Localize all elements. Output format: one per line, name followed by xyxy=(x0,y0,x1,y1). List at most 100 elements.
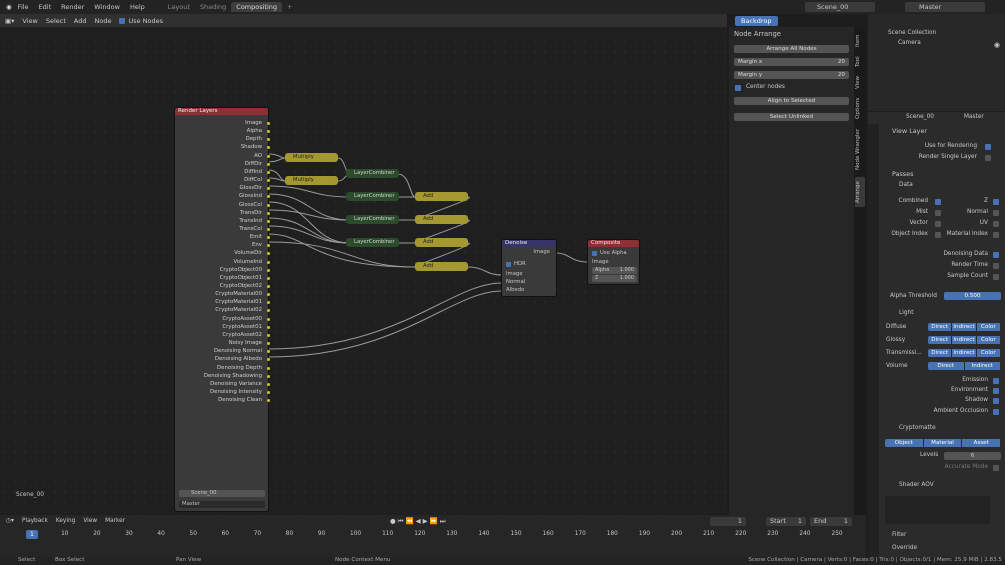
tab-compositing[interactable]: Compositing xyxy=(231,2,283,12)
blender-logo-icon[interactable]: ◉ xyxy=(6,3,12,11)
trans-direct[interactable]: Direct xyxy=(928,349,953,357)
output-socket-dot[interactable] xyxy=(267,276,270,280)
menu-render[interactable]: Render xyxy=(61,3,84,11)
add-workspace-button[interactable]: + xyxy=(282,2,297,12)
render-layers-node[interactable]: Render Layers Image Alpha Depth Shadow AO Dif… xyxy=(174,107,270,512)
sample-count-checkbox[interactable] xyxy=(993,274,999,280)
cryptomatte-subsection[interactable]: Cryptomatte xyxy=(899,425,936,431)
rl-output-socket[interactable]: Emit xyxy=(250,234,262,240)
composite-node[interactable]: Composite Use Alpha Image Alpha 1.000 Z 1.… xyxy=(587,239,640,285)
denoising-data-checkbox[interactable] xyxy=(993,252,999,258)
output-socket-dot[interactable] xyxy=(267,203,270,207)
passes-section[interactable]: Passes xyxy=(892,170,913,178)
output-socket-dot[interactable] xyxy=(267,366,270,370)
align-to-selected-button[interactable]: Align to Selected xyxy=(734,97,849,105)
layer-combiner-node[interactable]: LayerCombiner xyxy=(346,192,399,201)
rl-output-socket[interactable]: GlossCol xyxy=(239,202,262,208)
node-editor-canvas[interactable]: Render Layers Image Alpha Depth Shadow AO Dif… xyxy=(0,27,727,515)
rl-output-socket[interactable]: Denoising Depth xyxy=(217,365,262,371)
eye-icon[interactable]: ◉ xyxy=(994,41,1000,49)
output-socket-dot[interactable] xyxy=(267,170,270,174)
rl-output-socket[interactable]: Denoising Albedo xyxy=(215,356,262,362)
rl-output-socket[interactable]: CryptoObject00 xyxy=(220,267,262,273)
rl-output-socket[interactable]: CryptoObject01 xyxy=(220,275,262,281)
menu-select[interactable]: Select xyxy=(46,17,66,25)
override-section[interactable]: Override xyxy=(892,545,917,551)
output-socket-dot[interactable] xyxy=(267,268,270,272)
output-socket-dot[interactable] xyxy=(267,154,270,158)
outliner-item-camera[interactable]: Camera xyxy=(898,40,921,46)
tab-view[interactable]: View xyxy=(855,73,865,91)
end-frame-field[interactable]: End 1 xyxy=(810,517,852,526)
margin-y-field[interactable]: Margin y 20 xyxy=(734,71,849,79)
current-frame-field[interactable]: 1 xyxy=(710,517,746,526)
add-node[interactable]: Add xyxy=(415,262,468,271)
glossy-toggles[interactable]: Direct Indirect Color xyxy=(928,336,1001,344)
rl-output-socket[interactable]: Image xyxy=(245,120,262,126)
output-socket-dot[interactable] xyxy=(267,227,270,231)
rl-output-socket[interactable]: CryptoAsset01 xyxy=(222,324,262,330)
output-socket-dot[interactable] xyxy=(267,260,270,264)
mist-checkbox[interactable] xyxy=(935,210,941,216)
filter-section[interactable]: Filter xyxy=(892,532,906,538)
tab-options[interactable]: Options xyxy=(855,95,865,121)
menu-node[interactable]: Node xyxy=(95,17,112,25)
accurate-mode-checkbox[interactable] xyxy=(993,465,999,471)
rl-output-socket[interactable]: Denoising Intensity xyxy=(210,389,262,395)
use-alpha-checkbox[interactable] xyxy=(592,251,597,256)
node-arrange-title[interactable]: Node Arrange xyxy=(734,30,781,38)
trans-color[interactable]: Color xyxy=(977,349,1001,357)
output-socket-dot[interactable] xyxy=(267,122,270,125)
diffuse-indirect[interactable]: Indirect xyxy=(952,323,977,331)
levels-field[interactable]: 6 xyxy=(944,452,1001,460)
diffuse-toggles[interactable]: Direct Indirect Color xyxy=(928,323,1001,331)
transmission-toggles[interactable]: Direct Indirect Color xyxy=(928,349,1001,357)
glossy-direct[interactable]: Direct xyxy=(928,336,953,344)
rl-output-socket[interactable]: CryptoMaterial00 xyxy=(215,291,262,297)
view-layer-section[interactable]: View Layer xyxy=(892,127,927,135)
denoise-node[interactable]: Denoise Image HDR Image Normal Albedo xyxy=(501,239,557,297)
view-layer-selector[interactable]: Master xyxy=(905,2,985,12)
rl-output-socket[interactable]: TransCol xyxy=(239,226,262,232)
timeline-view[interactable]: View xyxy=(83,518,97,524)
uv-checkbox[interactable] xyxy=(993,221,999,227)
vector-checkbox[interactable] xyxy=(935,221,941,227)
volume-toggles[interactable]: Direct Indirect xyxy=(928,362,1001,370)
menu-edit[interactable]: Edit xyxy=(39,3,52,11)
rl-output-socket[interactable]: Noisy Image xyxy=(229,340,262,346)
center-nodes-checkbox[interactable] xyxy=(735,85,741,91)
tab-arrange[interactable]: Arrange xyxy=(855,177,865,207)
diffuse-color[interactable]: Color xyxy=(977,323,1001,331)
add-node[interactable]: Add xyxy=(415,192,468,201)
props-scene[interactable]: Scene_00 xyxy=(906,114,934,120)
rl-output-socket[interactable]: Depth xyxy=(246,136,262,142)
rl-output-socket[interactable]: DiffInd xyxy=(244,169,262,175)
menu-add[interactable]: Add xyxy=(74,17,87,25)
rl-output-socket[interactable]: Env xyxy=(252,242,262,248)
crypto-object[interactable]: Object xyxy=(885,439,924,447)
rl-output-socket[interactable]: TransInd xyxy=(239,218,262,224)
output-socket-dot[interactable] xyxy=(267,333,270,337)
data-subsection[interactable]: Data xyxy=(899,182,913,188)
render-layers-scene-field[interactable]: Scene_00 xyxy=(179,490,265,497)
use-nodes-checkbox[interactable] xyxy=(119,17,126,24)
layer-combiner-node[interactable]: LayerCombiner xyxy=(346,215,399,224)
hdr-checkbox[interactable] xyxy=(506,262,511,267)
z-pass-checkbox[interactable] xyxy=(993,199,999,205)
add-node[interactable]: Add xyxy=(415,215,468,224)
output-socket-dot[interactable] xyxy=(267,382,270,386)
rl-output-socket[interactable]: Denoising Shadowing xyxy=(204,373,262,379)
glossy-indirect[interactable]: Indirect xyxy=(952,336,977,344)
start-frame-field[interactable]: Start 1 xyxy=(766,517,806,526)
combined-checkbox[interactable] xyxy=(935,199,941,205)
select-unlinked-button[interactable]: Select Unlinked xyxy=(734,113,849,121)
rl-output-socket[interactable]: TransDir xyxy=(240,210,262,216)
output-socket-dot[interactable] xyxy=(267,211,270,215)
multiply-node[interactable]: Multiply xyxy=(285,153,338,162)
timeline-keying[interactable]: Keying xyxy=(56,518,75,524)
output-socket-dot[interactable] xyxy=(267,285,270,288)
rl-output-socket[interactable]: CryptoAsset00 xyxy=(222,316,262,322)
rl-output-socket[interactable]: DiffDir xyxy=(245,161,262,167)
emission-checkbox[interactable] xyxy=(993,378,999,384)
tab-node-wrangler[interactable]: Node Wrangler xyxy=(855,125,865,173)
